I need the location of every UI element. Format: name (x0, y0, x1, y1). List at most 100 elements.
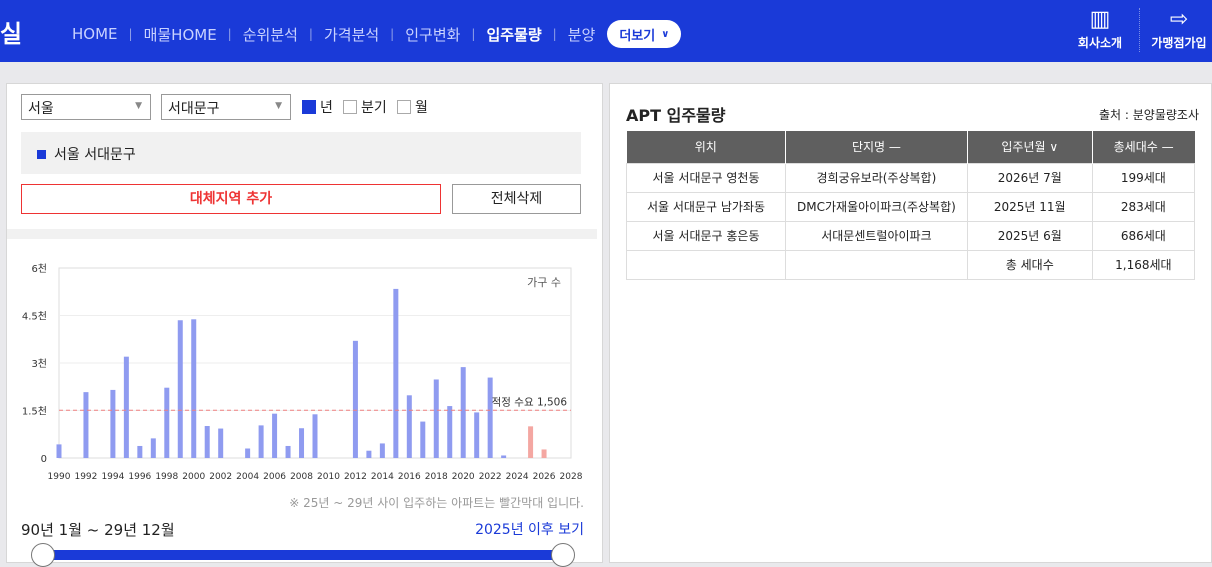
chart-bar (150, 438, 156, 458)
x-tick-label: 1990 (48, 472, 71, 482)
y-tick-label: 1.5천 (22, 406, 47, 418)
dropdown-arrow-icon: ▼ (135, 101, 142, 111)
selected-region-item: 서울 서대문구 (21, 132, 581, 174)
x-tick-label: 2010 (317, 472, 340, 482)
table-cell: 2026년 7월 (966, 162, 1093, 193)
city-select-value: 서울 (28, 101, 54, 117)
franchise-join-button[interactable]: ⇨ 가맹점가입 (1146, 6, 1212, 52)
chart-bar (366, 450, 372, 458)
table-cell: 199세대 (1091, 162, 1196, 193)
x-tick-label: 2006 (263, 472, 286, 482)
table-cell (785, 249, 968, 280)
chart-bar (299, 428, 305, 458)
table-cell: 총 세대수 (966, 249, 1093, 280)
x-tick-label: 1994 (101, 472, 124, 482)
nav-item[interactable]: 매물HOME (144, 24, 217, 45)
chart-bar (204, 426, 210, 458)
view-after-2025-link[interactable]: 2025년 이후 보기 (475, 519, 584, 539)
x-tick-label: 2024 (506, 472, 529, 482)
date-range-slider[interactable] (43, 550, 563, 560)
nav-item[interactable]: 인구변화 (405, 24, 460, 45)
add-region-button[interactable]: 대체지역 추가 (21, 184, 441, 214)
site-logo[interactable]: 실 (0, 14, 22, 49)
table-cell: 2025년 11월 (966, 191, 1093, 222)
chart-bar (123, 356, 129, 458)
nav-separator: | (552, 27, 557, 41)
table-cell: DMC가재울아이파크(주상복합) (785, 191, 968, 222)
chart-bar (528, 426, 534, 458)
slider-start-handle[interactable] (31, 543, 55, 567)
chart-bar (447, 406, 453, 458)
slider-end-handle[interactable] (551, 543, 575, 567)
period-year-checkbox[interactable]: 년 (302, 97, 333, 117)
chart-bar (379, 443, 385, 458)
x-tick-label: 2002 (209, 472, 232, 482)
main-nav: HOME | 매물HOME | 순위분석 | 가격분석 | 인구변화 | 입주물량 | 분양 더보기 ∨ (72, 20, 682, 48)
table-column-header[interactable]: 위치 (626, 131, 787, 163)
x-tick-label: 2018 (425, 472, 448, 482)
checkbox-icon (397, 100, 411, 114)
district-select[interactable]: 서대문구 ▼ (161, 94, 291, 120)
apt-supply-table: 위치 단지명 — 입주년월 ∨ 총세대수 — 서울 서대문구 영천동 경희궁유보라(주상… (625, 131, 1196, 280)
x-tick-label: 2008 (290, 472, 313, 482)
table-row[interactable]: 서울 서대문구 영천동 경희궁유보라(주상복합) 2026년 7월 199세대 (625, 162, 1196, 193)
y-tick-label: 0 (41, 454, 47, 465)
table-cell: 경희궁유보라(주상복합) (785, 162, 968, 193)
chart-bar (460, 367, 466, 458)
table-cell: 1,168세대 (1091, 249, 1196, 280)
apt-supply-panel: APT 입주물량 출처 : 분양물량조사 위치 단지명 — 입주년월 ∨ 총세대수 —… (609, 83, 1212, 563)
chart-bar (83, 392, 89, 458)
legend-square-icon (37, 150, 46, 159)
building-icon: ▥ (1089, 7, 1111, 32)
nav-item[interactable]: 순위분석 (243, 24, 298, 45)
chart-bar (474, 412, 480, 458)
chart-bar (218, 428, 224, 458)
period-month-label: 월 (415, 100, 428, 116)
y-tick-label: 6천 (31, 263, 47, 275)
nav-item[interactable]: 입주물량 (486, 24, 541, 45)
section-divider (7, 229, 597, 239)
x-tick-label: 2012 (344, 472, 367, 482)
x-tick-label: 2022 (479, 472, 502, 482)
table-column-header[interactable]: 입주년월 ∨ (967, 131, 1093, 163)
table-column-header[interactable]: 총세대수 — (1092, 131, 1195, 163)
table-column-header[interactable]: 단지명 — (785, 131, 968, 163)
chart-bar (164, 387, 170, 458)
chart-bar (137, 445, 143, 458)
city-select[interactable]: 서울 ▼ (21, 94, 151, 120)
table-cell: 283세대 (1091, 191, 1196, 222)
nav-item[interactable]: 분양 (568, 24, 596, 45)
supply-bar-chart: 0 1.5천 3천 4.5천 6천 1990 1992 1994 1996 1998 2000 200… (22, 263, 583, 482)
table-row[interactable]: 서울 서대문구 홍은동 서대문센트럴아이파크 2025년 6월 686세대 (625, 220, 1196, 251)
x-tick-label: 2004 (236, 472, 259, 482)
x-tick-label: 1998 (155, 472, 178, 482)
chart-bar (191, 319, 197, 458)
table-row[interactable]: 서울 서대문구 남가좌동 DMC가재울아이파크(주상복합) 2025년 11월 283… (625, 191, 1196, 222)
period-month-checkbox[interactable]: 월 (397, 97, 428, 117)
nav-item[interactable]: 가격분석 (324, 24, 379, 45)
x-tick-label: 1996 (128, 472, 151, 482)
chart-bar (272, 413, 278, 458)
apt-panel-source: 출처 : 분양물량조사 (1099, 108, 1199, 122)
y-tick-label: 3천 (31, 358, 47, 370)
checkbox-checked-icon (302, 100, 316, 114)
x-tick-label: 2016 (398, 472, 421, 482)
nav-separator: | (227, 27, 232, 41)
chart-bar (406, 395, 412, 458)
delete-all-button[interactable]: 전체삭제 (452, 184, 581, 214)
period-quarter-checkbox[interactable]: 분기 (343, 97, 387, 117)
chart-unit-label: 가구 수 (527, 276, 561, 289)
more-menu-button[interactable]: 더보기 ∨ (607, 20, 682, 48)
nav-separator: | (128, 27, 133, 41)
table-cell: 686세대 (1091, 220, 1196, 251)
period-quarter-label: 분기 (361, 100, 387, 116)
tool-divider (1139, 8, 1140, 52)
chevron-down-icon: ∨ (661, 28, 670, 40)
nav-item[interactable]: HOME (72, 25, 118, 43)
company-info-button[interactable]: ▥ 회사소개 (1067, 6, 1133, 52)
period-year-label: 년 (320, 100, 333, 116)
x-tick-label: 2020 (452, 472, 475, 482)
chart-bar (285, 445, 291, 458)
chart-bar (312, 414, 318, 458)
demand-line-label: 적정 수요 1,506 (492, 396, 568, 408)
